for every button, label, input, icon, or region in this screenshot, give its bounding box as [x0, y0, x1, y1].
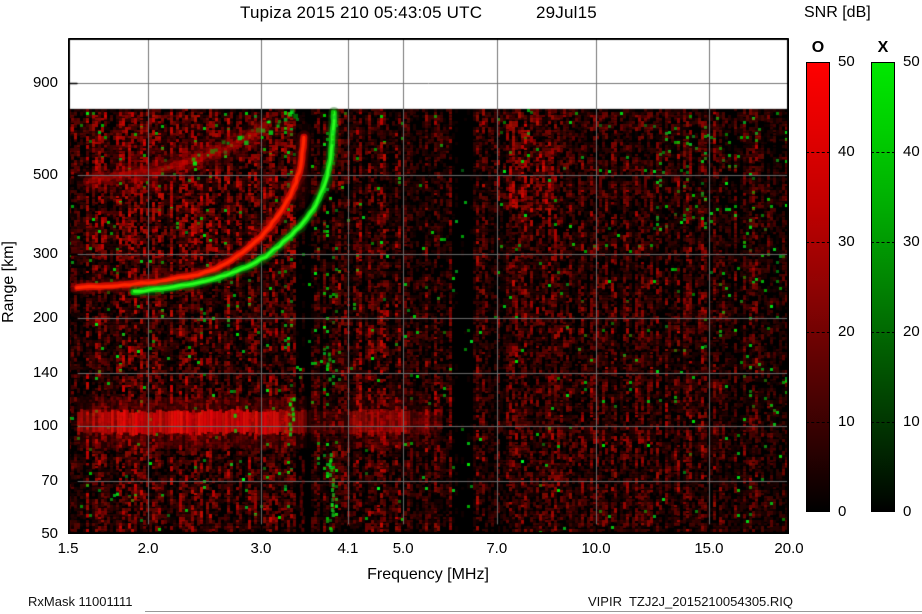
- colorbar-tick-label: 10: [838, 413, 855, 430]
- colorbar-tick-label: 20: [838, 323, 855, 340]
- header-date: 29Jul15: [536, 3, 597, 22]
- colorbar-tick-dash: [806, 242, 830, 243]
- y-tick-label: 500: [32, 165, 58, 183]
- x-tick-label: 15.0: [694, 540, 724, 557]
- colorbar-tick-label: 10: [903, 413, 920, 430]
- y-axis-label: Range [km]: [0, 241, 17, 323]
- colorbar-tick-label: 30: [838, 233, 855, 250]
- colorbar-x-label: X: [877, 39, 889, 56]
- y-tick-label: 900: [32, 73, 58, 91]
- x-tick-label: 3.0: [250, 540, 272, 557]
- x-tick-label: 4.1: [337, 540, 359, 557]
- colorbar-tick-dash: [806, 152, 830, 153]
- x-tick-label: 10.0: [581, 540, 611, 557]
- colorbar-tick-dash: [871, 242, 895, 243]
- colorbar-tick-label: 0: [903, 503, 912, 520]
- colorbar-tick-label: 50: [903, 53, 920, 70]
- x-tick-label: 1.5: [57, 540, 79, 557]
- plot-frame: [68, 38, 789, 534]
- colorbar-o: [806, 62, 830, 512]
- y-tick-label: 50: [41, 525, 58, 542]
- x-axis-label: Frequency [MHz]: [367, 566, 489, 583]
- y-tick-label: 200: [32, 308, 58, 326]
- page-title: Tupiza 2015 210 05:43:05 UTC: [240, 3, 483, 22]
- rx-mask-text: RxMask 11001111: [28, 594, 133, 609]
- ionogram-canvas: [68, 38, 789, 534]
- colorbar-tick-label: 50: [838, 53, 855, 70]
- colorbar-title: SNR [dB]: [804, 4, 871, 21]
- colorbar-tick-dash: [871, 152, 895, 153]
- colorbar-tick-dash: [806, 332, 830, 333]
- y-tick-label: 100: [32, 416, 58, 434]
- colorbar-tick-dash: [871, 332, 895, 333]
- file-id-text: VIPIR TZJ2J_2015210054305.RIQ: [588, 594, 793, 609]
- colorbar-tick-dash: [806, 422, 830, 423]
- colorbar-tick-label: 40: [838, 143, 855, 160]
- bottom-divider: [145, 611, 922, 612]
- y-tick-label: 300: [32, 245, 58, 263]
- ionogram-page: Tupiza 2015 210 05:43:05 UTC 29Jul15 SNR…: [0, 0, 922, 614]
- x-tick-label: 7.0: [486, 540, 508, 557]
- colorbar-tick-label: 20: [903, 323, 920, 340]
- colorbar-tick-label: 40: [903, 143, 920, 160]
- x-tick-label: 20.0: [774, 540, 804, 557]
- x-tick-label: 2.0: [137, 540, 159, 557]
- y-tick-label: 70: [41, 472, 58, 490]
- x-tick-label: 5.0: [392, 540, 414, 557]
- y-tick-label: 140: [32, 364, 58, 382]
- colorbar-x: [871, 62, 895, 512]
- colorbar-o-label: O: [811, 39, 825, 56]
- colorbar-tick-dash: [871, 422, 895, 423]
- colorbar-tick-label: 0: [838, 503, 847, 520]
- colorbar-tick-label: 30: [903, 233, 920, 250]
